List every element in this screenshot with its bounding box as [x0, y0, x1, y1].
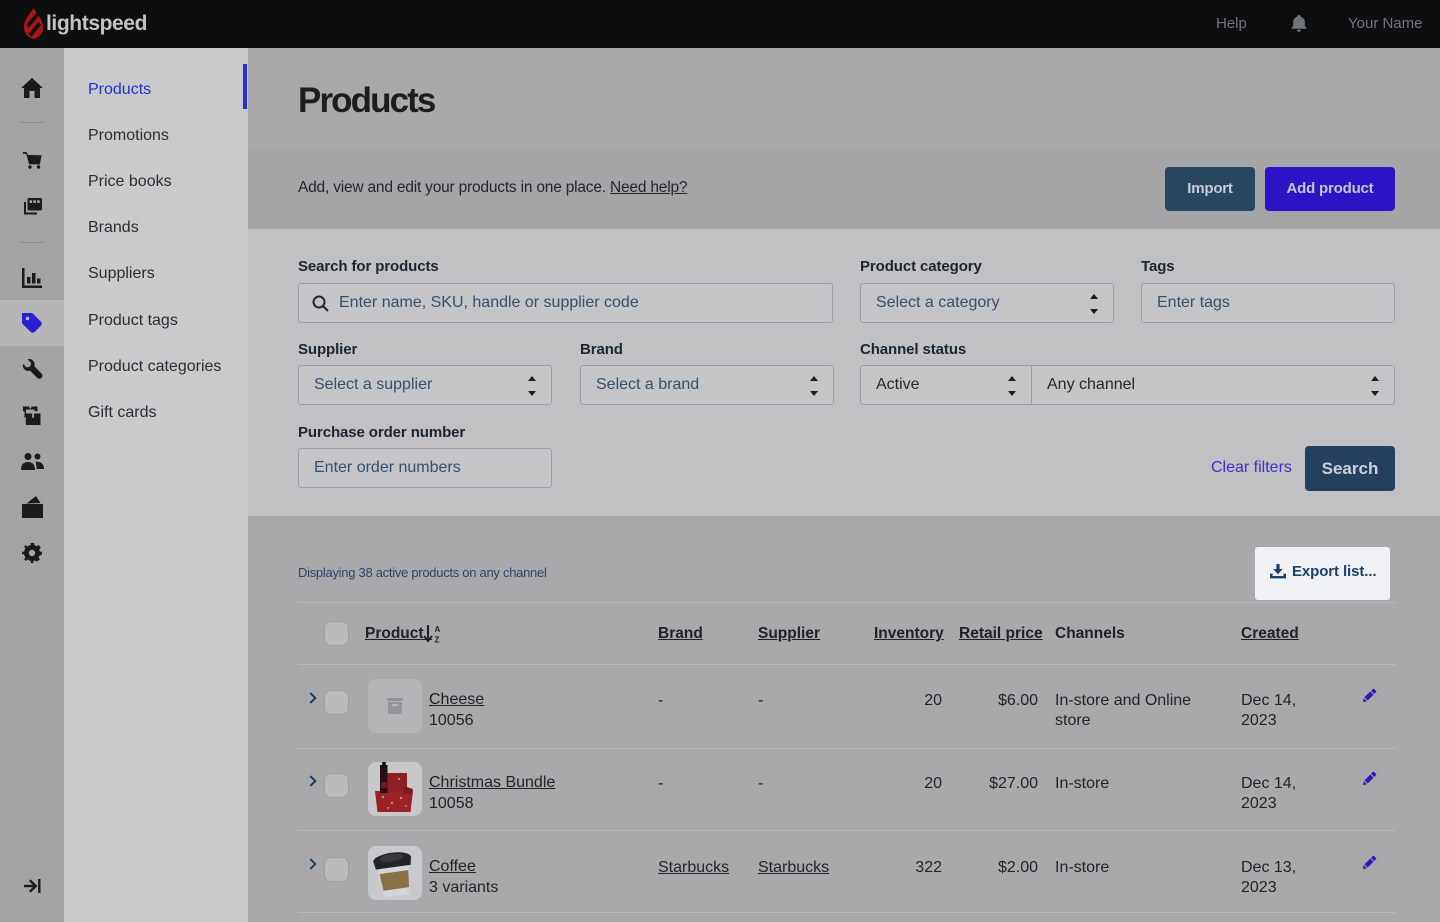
- svg-text:Z: Z: [435, 636, 440, 645]
- svg-text:A: A: [435, 625, 441, 634]
